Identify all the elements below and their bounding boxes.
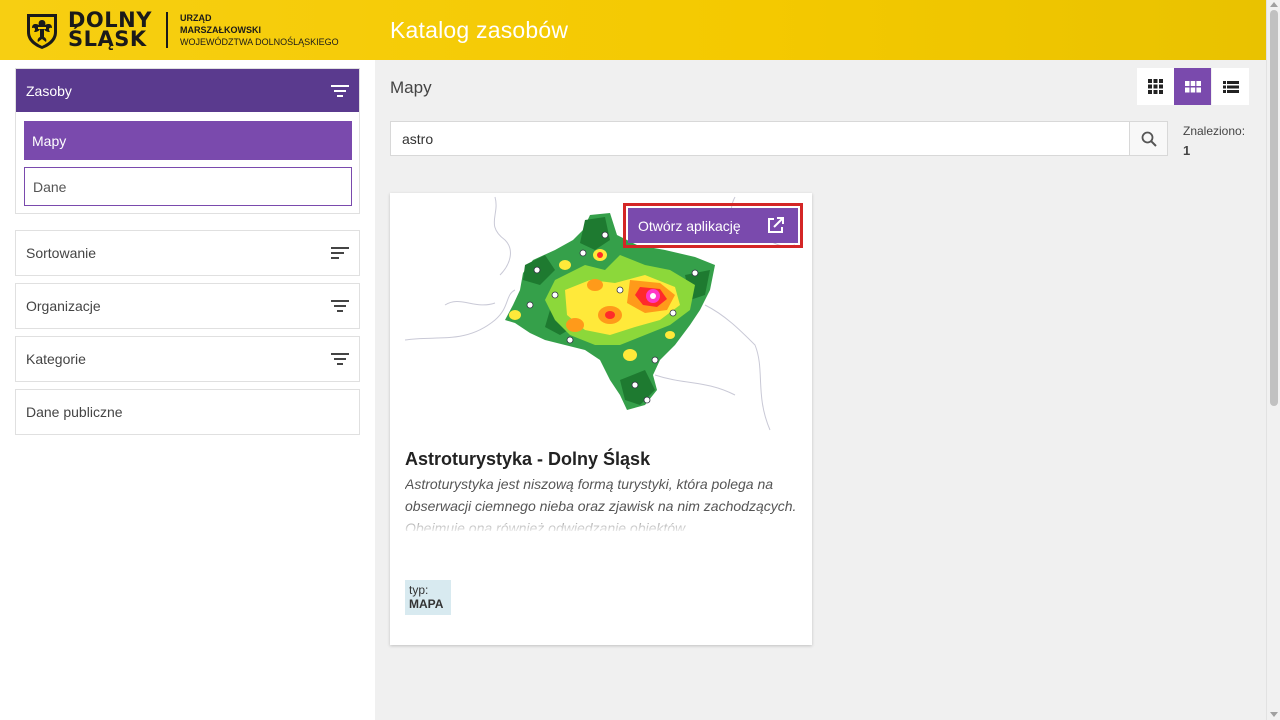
search-button[interactable] <box>1129 122 1167 155</box>
eagle-emblem-icon <box>27 14 57 49</box>
open-app-label: Otwórz aplikację <box>638 217 741 234</box>
scroll-up-arrow-icon[interactable] <box>1270 2 1278 7</box>
sort-icon[interactable] <box>331 246 349 260</box>
office-line-1: URZĄD <box>179 13 212 23</box>
found-count: 1 <box>1183 143 1191 158</box>
search-box <box>390 121 1168 156</box>
filter-icon[interactable] <box>331 84 349 98</box>
view-small-grid-button[interactable] <box>1137 68 1174 105</box>
results-found: Znaleziono: 1 <box>1183 121 1245 161</box>
organizations-label: Organizacje <box>26 298 101 314</box>
dolny-slask-logo[interactable]: DOLNY ŚLĄSK URZĄD MARSZAŁKOWSKI WOJEWÓDZ… <box>0 0 375 60</box>
type-tag-key: typ: <box>409 583 429 597</box>
brand-separator <box>165 12 168 48</box>
search-input[interactable] <box>391 122 1129 155</box>
type-button-dane[interactable]: Dane <box>24 167 352 206</box>
brand-line-2: ŚLĄSK <box>68 27 147 51</box>
view-list-button[interactable] <box>1212 68 1249 105</box>
office-line-3: WOJEWÓDZTWA DOLNOŚLĄSKIEGO <box>179 37 339 47</box>
organizations-panel[interactable]: Organizacje <box>15 283 360 329</box>
description-fade <box>405 515 800 533</box>
type-tag: typ: MAPA <box>405 580 451 615</box>
filters-sidebar: Zasoby Mapy Dane Sortowanie Organizacje <box>0 60 375 720</box>
resource-card[interactable]: Astroturystyka - Dolny Śląsk Astroturyst… <box>390 193 812 645</box>
app-header: DOLNY ŚLĄSK URZĄD MARSZAŁKOWSKI WOJEWÓDZ… <box>0 0 1266 60</box>
sorting-panel[interactable]: Sortowanie <box>15 230 360 276</box>
search-icon <box>1141 131 1157 147</box>
public-data-label: Dane publiczne <box>26 404 123 420</box>
small-grid-icon <box>1148 79 1163 94</box>
main-content: Mapy Znaleziono: 1 <box>375 60 1266 720</box>
list-view-icon <box>1222 80 1239 93</box>
card-title[interactable]: Astroturystyka - Dolny Śląsk <box>405 449 650 470</box>
external-link-icon <box>768 217 784 233</box>
scrollbar-thumb[interactable] <box>1270 10 1278 406</box>
sorting-label: Sortowanie <box>26 245 97 261</box>
filter-icon[interactable] <box>331 352 349 366</box>
type-button-mapy[interactable]: Mapy <box>24 121 352 160</box>
open-app-button[interactable]: Otwórz aplikację <box>623 203 803 248</box>
resources-label: Zasoby <box>26 82 72 99</box>
page-scrollbar[interactable] <box>1266 0 1280 720</box>
public-data-panel[interactable]: Dane publiczne <box>15 389 360 435</box>
categories-panel[interactable]: Kategorie <box>15 336 360 382</box>
resources-panel: Zasoby Mapy Dane <box>15 68 360 214</box>
large-grid-icon <box>1184 80 1201 92</box>
office-line-2: MARSZAŁKOWSKI <box>179 25 261 35</box>
view-large-grid-button[interactable] <box>1174 68 1211 105</box>
resources-panel-header[interactable]: Zasoby <box>16 69 359 112</box>
page-title: Katalog zasobów <box>390 16 569 43</box>
section-title: Mapy <box>390 78 432 97</box>
found-label: Znaleziono: <box>1183 124 1246 138</box>
categories-label: Kategorie <box>26 351 86 367</box>
filter-icon[interactable] <box>331 299 349 313</box>
scroll-down-arrow-icon[interactable] <box>1270 712 1278 717</box>
type-tag-value: MAPA <box>409 597 444 611</box>
